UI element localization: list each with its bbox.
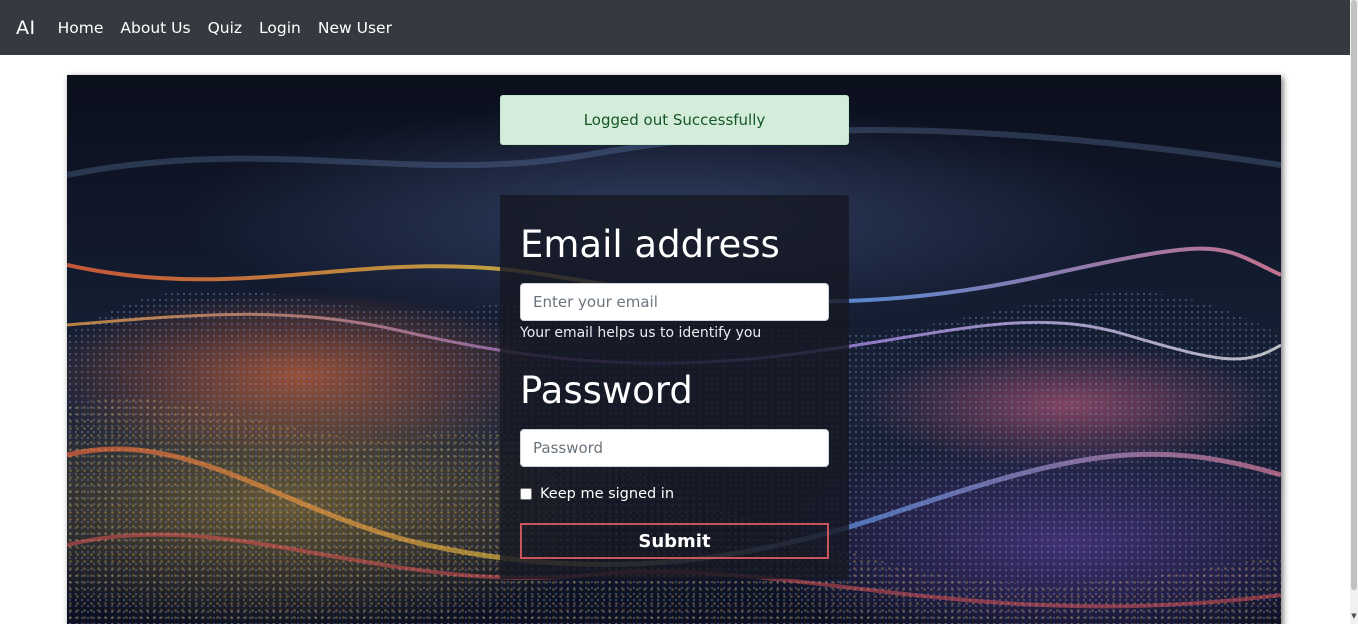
logout-success-alert: Logged out Successfully [500, 95, 849, 145]
login-form-card: Email address Your email helps us to ide… [500, 195, 849, 579]
nav-link-about-us[interactable]: About Us [120, 19, 190, 37]
top-navbar: AI Home About Us Quiz Login New User [0, 0, 1350, 55]
email-heading: Email address [520, 223, 780, 266]
page-scrollbar[interactable]: ▼ [1350, 0, 1358, 624]
nav-link-login[interactable]: Login [259, 19, 301, 37]
password-heading: Password [520, 369, 693, 412]
remember-me-checkbox[interactable] [520, 488, 532, 500]
remember-me-label: Keep me signed in [540, 486, 675, 502]
password-input[interactable] [520, 429, 829, 467]
brand-logo[interactable]: AI [16, 17, 36, 39]
nav-link-quiz[interactable]: Quiz [208, 19, 242, 37]
scrollbar-thumb[interactable] [1351, 0, 1357, 590]
email-input[interactable] [520, 283, 829, 321]
nav-link-new-user[interactable]: New User [318, 19, 392, 37]
scroll-down-icon[interactable]: ▼ [1350, 612, 1358, 620]
remember-me-row: Keep me signed in [520, 486, 674, 502]
email-help-text: Your email helps us to identify you [520, 325, 762, 341]
nav-link-home[interactable]: Home [58, 19, 104, 37]
submit-button[interactable]: Submit [520, 523, 829, 559]
